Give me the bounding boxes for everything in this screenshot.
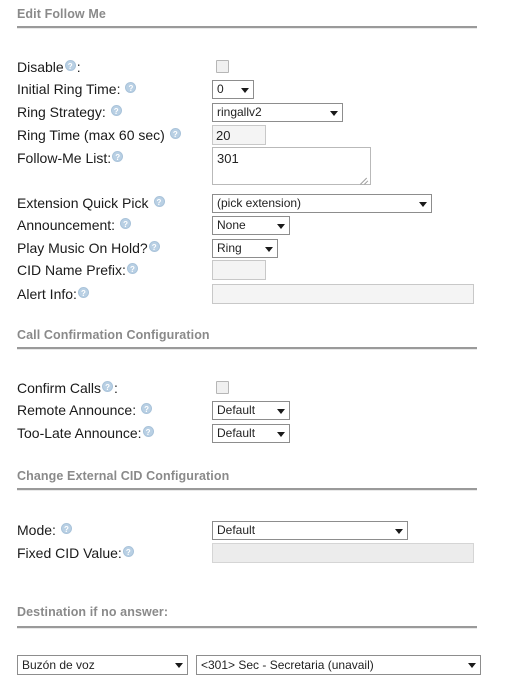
label-extension-quick-pick-text: Extension Quick Pick xyxy=(17,195,149,211)
help-icon[interactable]: ? xyxy=(110,105,122,116)
destination-target-select-wrap: <301> Sec - Secretaria (unavail) xyxy=(196,655,481,675)
help-icon[interactable]: ? xyxy=(125,82,137,93)
play-music-on-hold-select[interactable]: Ring xyxy=(212,239,278,258)
fixed-cid-value-input[interactable] xyxy=(212,543,474,563)
label-cid-name-prefix: CID Name Prefix:? xyxy=(17,261,139,279)
row-too-late-announce: Too-Late Announce:? Default xyxy=(0,424,505,445)
ring-time-input[interactable] xyxy=(212,125,266,145)
label-confirm-calls-colon: : xyxy=(114,380,118,396)
label-extension-quick-pick: Extension Quick Pick? xyxy=(17,194,166,212)
extension-quick-pick-select-wrap: (pick extension) xyxy=(212,194,432,213)
confirm-calls-checkbox[interactable] xyxy=(216,381,229,394)
label-ring-time-text: Ring Time (max 60 sec) xyxy=(17,127,165,143)
label-announcement-text: Announcement: xyxy=(17,217,116,233)
label-confirm-calls: Confirm Calls?: xyxy=(17,379,118,397)
too-late-announce-select[interactable]: Default xyxy=(212,424,290,443)
label-disable: Disable?: xyxy=(17,58,81,76)
destination-divider xyxy=(17,626,477,629)
cid-name-prefix-input[interactable] xyxy=(212,260,266,280)
help-icon[interactable]: ? xyxy=(122,546,134,557)
label-ring-time: Ring Time (max 60 sec)? xyxy=(17,126,182,144)
label-too-late-announce: Too-Late Announce:? xyxy=(17,424,155,442)
disable-checkbox[interactable] xyxy=(216,60,229,73)
section-call-confirmation-title: Call Confirmation Configuration xyxy=(17,328,210,342)
announcement-select-wrap: None xyxy=(212,216,290,235)
row-disable: Disable?: xyxy=(0,58,505,79)
help-icon[interactable]: ? xyxy=(141,403,153,414)
call-confirmation-divider xyxy=(17,347,477,350)
label-play-music-on-hold-text: Play Music On Hold? xyxy=(17,240,148,256)
label-fixed-cid-value: Fixed CID Value:? xyxy=(17,544,135,562)
destination-type-select-wrap: Buzón de voz xyxy=(17,655,188,675)
label-follow-me-list-text: Follow-Me List: xyxy=(17,150,112,166)
label-play-music-on-hold: Play Music On Hold?? xyxy=(17,239,161,257)
row-remote-announce: Remote Announce:? Default xyxy=(0,401,505,422)
help-icon[interactable]: ? xyxy=(120,218,132,229)
destination-type-select[interactable]: Buzón de voz xyxy=(17,655,188,675)
label-ring-strategy: Ring Strategy:? xyxy=(17,103,123,121)
edit-follow-me-page: Edit Follow Me Disable?: Initial Ring Ti… xyxy=(0,0,505,697)
help-icon[interactable]: ? xyxy=(142,426,154,437)
alert-info-input[interactable] xyxy=(212,284,474,304)
initial-ring-time-select[interactable]: 0 xyxy=(212,80,254,99)
label-alert-info: Alert Info:? xyxy=(17,285,90,303)
row-fixed-cid-value: Fixed CID Value:? xyxy=(0,543,505,565)
help-icon[interactable]: ? xyxy=(112,151,124,162)
help-icon[interactable]: ? xyxy=(64,60,76,71)
label-confirm-calls-text: Confirm Calls xyxy=(17,380,102,396)
remote-announce-select-wrap: Default xyxy=(212,401,290,420)
extension-quick-pick-select[interactable]: (pick extension) xyxy=(212,194,432,213)
mode-select-wrap: Default xyxy=(212,521,408,540)
label-ring-strategy-text: Ring Strategy: xyxy=(17,104,106,120)
label-alert-info-text: Alert Info: xyxy=(17,286,77,302)
label-disable-text: Disable xyxy=(17,59,64,75)
label-cid-name-prefix-text: CID Name Prefix: xyxy=(17,262,126,278)
label-too-late-announce-text: Too-Late Announce: xyxy=(17,425,142,441)
label-announcement: Announcement:? xyxy=(17,216,132,234)
label-remote-announce: Remote Announce:? xyxy=(17,401,153,419)
help-icon[interactable]: ? xyxy=(169,128,181,139)
row-play-music-on-hold: Play Music On Hold?? Ring xyxy=(0,239,505,260)
row-cid-name-prefix: CID Name Prefix:? xyxy=(0,260,505,282)
label-mode: Mode:? xyxy=(17,521,73,539)
row-extension-quick-pick: Extension Quick Pick? (pick extension) xyxy=(0,194,505,215)
ring-strategy-select-wrap: ringallv2 xyxy=(212,103,343,122)
page-title: Edit Follow Me xyxy=(17,7,106,21)
row-ring-strategy: Ring Strategy:? ringallv2 xyxy=(0,103,505,124)
help-icon[interactable]: ? xyxy=(102,381,114,392)
mode-select[interactable]: Default xyxy=(212,521,408,540)
label-follow-me-list: Follow-Me List:? xyxy=(17,149,124,167)
label-fixed-cid-value-text: Fixed CID Value: xyxy=(17,545,122,561)
row-ring-time: Ring Time (max 60 sec)? xyxy=(0,125,505,147)
label-initial-ring-time-text: Initial Ring Time: xyxy=(17,81,121,97)
label-disable-colon: : xyxy=(76,59,81,75)
change-external-cid-divider xyxy=(17,488,477,491)
heading-divider xyxy=(17,26,477,29)
row-announcement: Announcement:? None xyxy=(0,216,505,237)
section-destination-title: Destination if no answer: xyxy=(17,605,169,619)
label-initial-ring-time: Initial Ring Time:? xyxy=(17,80,137,98)
remote-announce-select[interactable]: Default xyxy=(212,401,290,420)
help-icon[interactable]: ? xyxy=(60,523,72,534)
initial-ring-time-select-wrap: 0 xyxy=(212,80,254,99)
help-icon[interactable]: ? xyxy=(77,287,89,298)
help-icon[interactable]: ? xyxy=(148,241,160,252)
help-icon[interactable]: ? xyxy=(153,196,165,207)
row-follow-me-list: Follow-Me List:? 301 xyxy=(0,147,505,189)
row-initial-ring-time: Initial Ring Time:? 0 xyxy=(0,80,505,101)
too-late-announce-select-wrap: Default xyxy=(212,424,290,443)
row-alert-info: Alert Info:? xyxy=(0,284,505,306)
play-music-on-hold-select-wrap: Ring xyxy=(212,239,278,258)
label-mode-text: Mode: xyxy=(17,522,56,538)
help-icon[interactable]: ? xyxy=(126,263,138,274)
announcement-select[interactable]: None xyxy=(212,216,290,235)
row-confirm-calls: Confirm Calls?: xyxy=(0,379,505,400)
ring-strategy-select[interactable]: ringallv2 xyxy=(212,103,343,122)
destination-target-select[interactable]: <301> Sec - Secretaria (unavail) xyxy=(196,655,481,675)
row-mode: Mode:? Default xyxy=(0,521,505,542)
follow-me-list-textarea[interactable]: 301 xyxy=(212,147,371,185)
section-change-external-cid-title: Change External CID Configuration xyxy=(17,469,230,483)
follow-me-list-textarea-wrap: 301 xyxy=(212,147,371,185)
label-remote-announce-text: Remote Announce: xyxy=(17,402,137,418)
